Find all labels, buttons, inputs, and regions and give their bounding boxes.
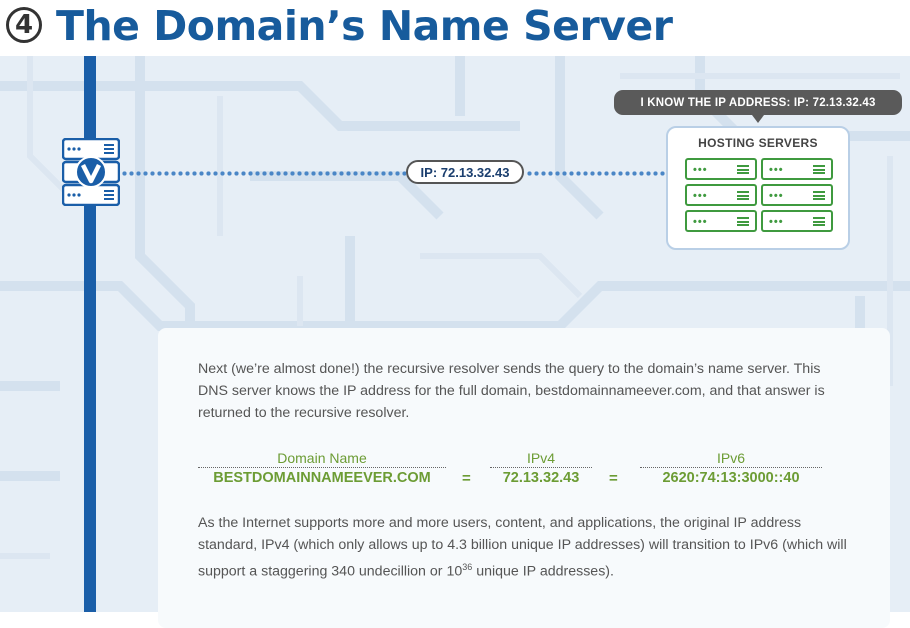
- step-number-badge: 4: [6, 7, 42, 43]
- paragraph-ipv6-end: unique IP addresses).: [472, 563, 614, 580]
- hosting-servers-title: HOSTING SERVERS: [698, 136, 818, 150]
- equals-sign: =: [462, 470, 471, 487]
- table-value-ipv4: 72.13.32.43: [502, 470, 580, 486]
- paragraph-intro: Next (we’re almost done!) the recursive …: [198, 361, 825, 421]
- server-icon: •••: [761, 158, 833, 180]
- table-header-ipv4: IPv4: [490, 450, 592, 468]
- table-value-domain: BESTDOMAINNAMEEVER.COM: [213, 470, 431, 486]
- resolver-server-icon: [61, 137, 121, 207]
- server-icon: •••: [761, 210, 833, 232]
- server-icon: •••: [761, 184, 833, 206]
- connection-dotted-line-left: [121, 171, 406, 176]
- exponent: 36: [462, 562, 473, 572]
- table-header-domain: Domain Name: [198, 450, 446, 468]
- connection-dotted-line-right: [526, 171, 666, 176]
- ip-address-label: IP: 72.13.32.43: [406, 160, 524, 184]
- server-icon: •••: [685, 184, 757, 206]
- hosting-servers-box: HOSTING SERVERS ••• ••• ••• ••• ••• •••: [666, 126, 850, 250]
- page-title: The Domain’s Name Server: [56, 2, 673, 50]
- server-icon: •••: [685, 158, 757, 180]
- callout-pointer: [752, 115, 764, 123]
- table-header-ipv6: IPv6: [640, 450, 822, 468]
- equals-sign: =: [609, 470, 618, 487]
- server-icon: •••: [685, 210, 757, 232]
- header: 4 The Domain’s Name Server: [0, 0, 910, 56]
- table-value-ipv6: 2620:74:13:3000::40: [662, 470, 800, 486]
- paragraph-ipv6: As the Internet supports more and more u…: [198, 512, 848, 583]
- ip-callout: I KNOW THE IP ADDRESS: IP: 72.13.32.43: [614, 90, 902, 115]
